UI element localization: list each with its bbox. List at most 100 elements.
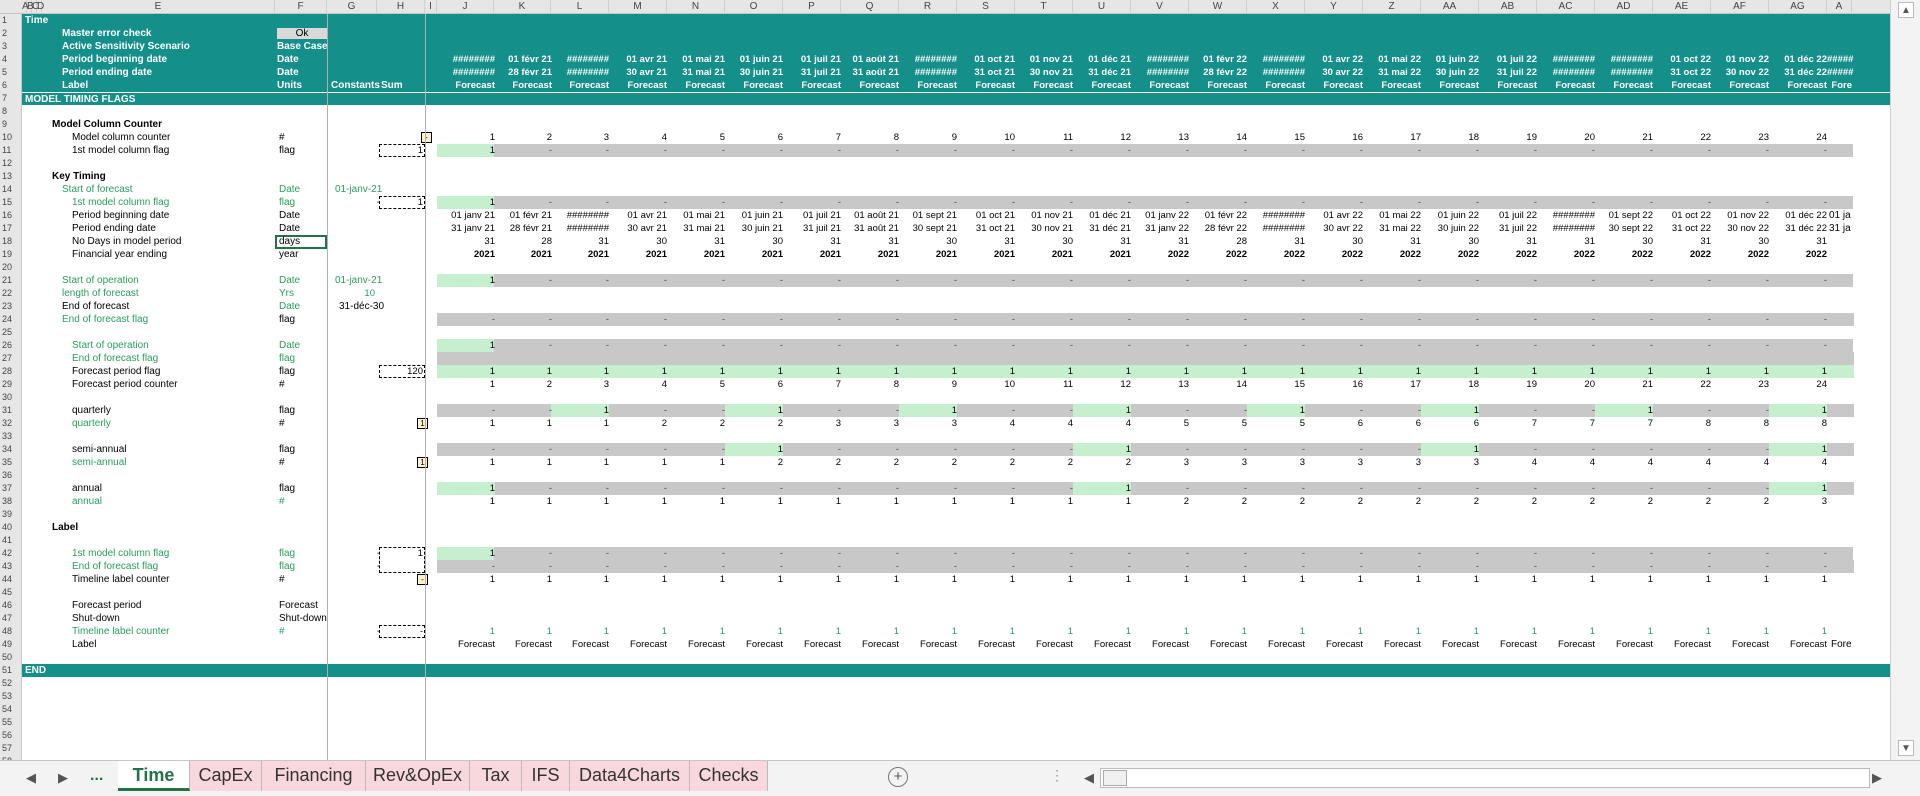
sheet-tab-time[interactable]: Time (118, 761, 190, 791)
row-header[interactable]: 46 (0, 599, 22, 612)
scroll-up-icon[interactable]: ▲ (1898, 2, 1914, 18)
row-header[interactable]: 31 (0, 404, 22, 417)
horizontal-scroll-thumb[interactable] (1103, 770, 1127, 786)
row-header[interactable]: 35 (0, 456, 22, 469)
row-header[interactable]: 53 (0, 690, 22, 703)
row-header[interactable]: 9 (0, 118, 22, 131)
row-header[interactable]: 50 (0, 651, 22, 664)
row-header[interactable]: 13 (0, 170, 22, 183)
sheet-tab-tax[interactable]: Tax (470, 761, 522, 791)
horizontal-scrollbar[interactable] (1100, 768, 1870, 788)
more-tabs-button[interactable]: ... (90, 767, 103, 785)
column-header[interactable]: T (1015, 0, 1073, 14)
row-header[interactable]: 55 (0, 716, 22, 729)
row-header[interactable]: 3 (0, 40, 22, 53)
sheet-tab-ifs[interactable]: IFS (522, 761, 570, 791)
row-header[interactable]: 38 (0, 495, 22, 508)
column-header[interactable]: M (609, 0, 667, 14)
column-header[interactable]: AE (1653, 0, 1711, 14)
row-header[interactable]: 48 (0, 625, 22, 638)
row-header[interactable]: 18 (0, 235, 22, 248)
row-header[interactable]: 12 (0, 157, 22, 170)
column-header[interactable]: F (275, 0, 327, 14)
column-headers[interactable]: A B C D E F G H I J K L M N O P Q R S T U V W X Y Z AA AB AC AD AE AF AG… (0, 0, 1890, 14)
row-header[interactable]: 36 (0, 469, 22, 482)
row-header[interactable]: 8 (0, 105, 22, 118)
row-header[interactable]: 44 (0, 573, 22, 586)
scroll-down-icon[interactable]: ▼ (1898, 740, 1914, 756)
hscroll-right-icon[interactable]: ▶ (1872, 770, 1882, 786)
hscroll-left-icon[interactable]: ◀ (1084, 770, 1094, 786)
row-header[interactable]: 4 (0, 53, 22, 66)
column-header[interactable]: L (551, 0, 609, 14)
row-header[interactable]: 10 (0, 131, 22, 144)
sheet-tab-financing[interactable]: Financing (262, 761, 366, 791)
row-header[interactable]: 11 (0, 144, 22, 157)
row-header[interactable]: 24 (0, 313, 22, 326)
column-header[interactable]: Q (841, 0, 899, 14)
column-header[interactable]: P (783, 0, 841, 14)
row-header[interactable]: 37 (0, 482, 22, 495)
vertical-scrollbar[interactable]: ▲ ▼ (1890, 0, 1920, 760)
row-header[interactable]: 47 (0, 612, 22, 625)
row-headers[interactable]: 1 2 3 4 5 6 7 8 9 10 11 12 13 14 15 16 17 18 19 20 21 22 23 24 2… (0, 14, 22, 760)
column-header[interactable]: Y (1305, 0, 1363, 14)
row-header[interactable]: 14 (0, 183, 22, 196)
column-header[interactable]: N (667, 0, 725, 14)
row-header[interactable]: 34 (0, 443, 22, 456)
column-header[interactable]: H (377, 0, 425, 14)
row-header[interactable]: 17 (0, 222, 22, 235)
row-header[interactable]: 6 (0, 79, 22, 92)
column-header[interactable]: K (494, 0, 551, 14)
column-header[interactable]: AF (1711, 0, 1769, 14)
row-header[interactable]: 40 (0, 521, 22, 534)
add-sheet-button[interactable]: + (888, 767, 908, 787)
row-header[interactable]: 29 (0, 378, 22, 391)
column-header[interactable]: AC (1537, 0, 1595, 14)
tab-scroll-left-icon[interactable]: ◀ (26, 770, 36, 786)
sheet-tab-capex[interactable]: CapEx (190, 761, 262, 791)
row-header[interactable]: 49 (0, 638, 22, 651)
column-header[interactable]: J (437, 0, 494, 14)
row-header[interactable]: 42 (0, 547, 22, 560)
row-header[interactable]: 23 (0, 300, 22, 313)
column-header[interactable]: U (1073, 0, 1131, 14)
column-header[interactable]: A (1827, 0, 1852, 14)
column-header[interactable]: AG (1769, 0, 1827, 14)
column-header[interactable]: Z (1363, 0, 1421, 14)
row-header[interactable]: 2 (0, 27, 22, 40)
column-header[interactable]: S (957, 0, 1015, 14)
spreadsheet-grid[interactable]: A B C D E F G H I J K L M N O P Q R S T U V W X Y Z AA AB AC AD AE AF AG… (0, 0, 1890, 760)
error-check-status[interactable]: Ok (277, 28, 327, 39)
column-header[interactable]: W (1189, 0, 1247, 14)
column-header[interactable]: R (899, 0, 957, 14)
row-header[interactable]: 54 (0, 703, 22, 716)
row-header[interactable]: 51 (0, 664, 22, 677)
row-header[interactable]: 41 (0, 534, 22, 547)
row-header[interactable]: 15 (0, 196, 22, 209)
column-header[interactable]: X (1247, 0, 1305, 14)
column-header[interactable]: I (425, 0, 437, 14)
column-header[interactable]: AA (1421, 0, 1479, 14)
row-header[interactable]: 32 (0, 417, 22, 430)
row-header[interactable]: 21 (0, 274, 22, 287)
row-header[interactable]: 7 (0, 92, 22, 105)
row-header[interactable]: 22 (0, 287, 22, 300)
row-header[interactable]: 39 (0, 508, 22, 521)
row-header[interactable]: 43 (0, 560, 22, 573)
row-header[interactable]: 20 (0, 261, 22, 274)
row-header[interactable]: 1 (0, 14, 22, 27)
row-header[interactable]: 57 (0, 742, 22, 755)
row-header[interactable]: 52 (0, 677, 22, 690)
sheet-tab-checks[interactable]: Checks (690, 761, 768, 791)
cell-area[interactable]: Time Master error check Ok Active Sensitivi… (22, 14, 1890, 760)
column-header[interactable]: E (42, 0, 275, 14)
column-header[interactable]: V (1131, 0, 1189, 14)
column-header[interactable]: G (327, 0, 377, 14)
row-header[interactable]: 25 (0, 326, 22, 339)
row-header[interactable]: 30 (0, 391, 22, 404)
row-header[interactable]: 33 (0, 430, 22, 443)
row-header[interactable]: 45 (0, 586, 22, 599)
split-handle-icon[interactable]: ⋮ (1050, 767, 1064, 784)
row-header[interactable]: 28 (0, 365, 22, 378)
